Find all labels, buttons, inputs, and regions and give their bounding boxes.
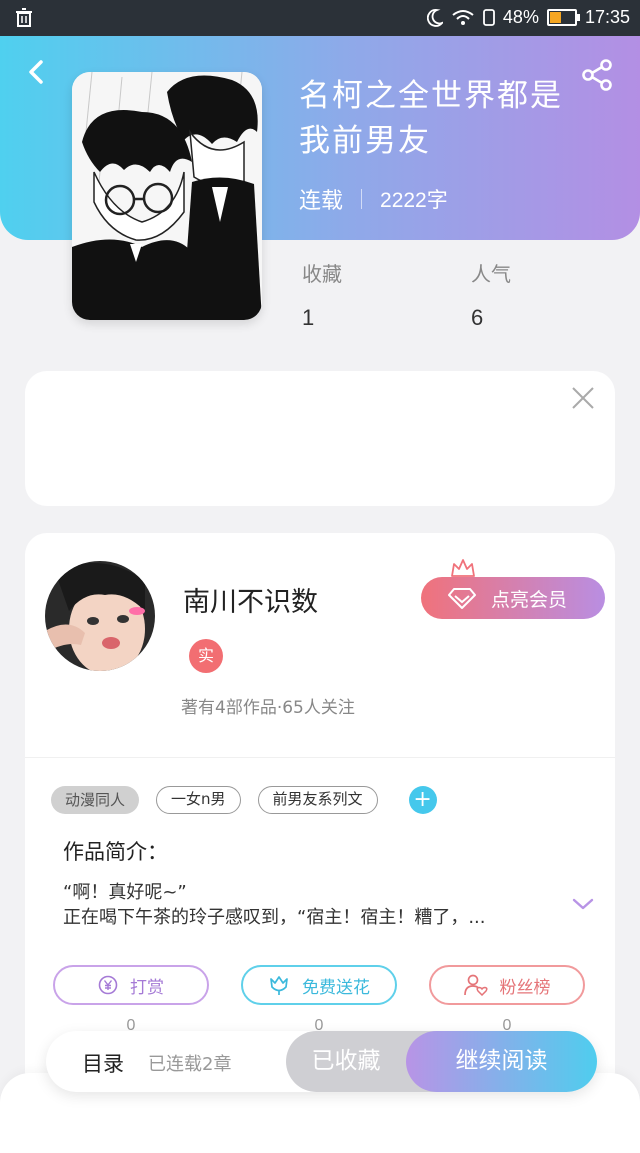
clock: 17:35 bbox=[584, 7, 630, 27]
verified-badge: 实 bbox=[189, 639, 223, 673]
continue-reading-button[interactable]: 继续阅读 bbox=[406, 1031, 597, 1092]
tag-item[interactable]: 一女n男 bbox=[156, 786, 241, 814]
book-cover-image[interactable] bbox=[72, 72, 262, 320]
flower-icon bbox=[270, 976, 288, 995]
activate-vip-button[interactable]: 点亮会员 bbox=[421, 577, 605, 619]
popularity-stat: 人气 6 bbox=[471, 258, 511, 331]
table-of-contents-button[interactable]: 目录 bbox=[82, 1048, 124, 1078]
tip-label: 打赏 bbox=[130, 977, 164, 998]
avatar[interactable] bbox=[45, 561, 155, 671]
collected-label: 已收藏 bbox=[311, 1048, 381, 1074]
yen-coin-icon bbox=[98, 975, 118, 995]
author-name[interactable]: 南川不识数 bbox=[183, 580, 318, 619]
popularity-label: 人气 bbox=[471, 262, 511, 286]
status-bar: 48% 17:35 bbox=[0, 0, 640, 36]
wifi-icon bbox=[452, 9, 474, 25]
chevron-down-icon[interactable] bbox=[571, 895, 595, 913]
crown-icon bbox=[451, 559, 475, 577]
fan-ranking-button[interactable]: 粉丝榜 bbox=[429, 965, 585, 1005]
sim-icon bbox=[483, 9, 495, 26]
word-count: 2222字 bbox=[380, 189, 448, 212]
divider bbox=[25, 757, 615, 758]
battery-percent: 48% bbox=[502, 7, 539, 27]
moon-icon bbox=[426, 8, 443, 27]
close-icon[interactable] bbox=[569, 384, 597, 412]
serial-status: 连载 bbox=[299, 189, 344, 214]
tag-item[interactable]: 前男友系列文 bbox=[257, 786, 378, 814]
avatar-photo bbox=[45, 561, 155, 671]
intro-heading: 作品简介： bbox=[63, 840, 168, 864]
author-stats: 著有4部作品·65人关注 bbox=[181, 698, 355, 718]
intro-text: “啊！真好呢~” 正在喝下午茶的玲子感叹到，“宿主！宿主！糟了，... bbox=[63, 880, 563, 930]
popularity-value: 6 bbox=[471, 305, 484, 330]
book-meta: 连载 2222字 bbox=[299, 183, 448, 215]
book-title: 名柯之全世界都是 我前男友 bbox=[299, 74, 599, 164]
cover-illustration bbox=[72, 72, 262, 320]
book-title-line-1: 名柯之全世界都是 bbox=[299, 78, 563, 114]
chapter-count: 已连载2章 bbox=[148, 1054, 232, 1075]
favorites-label: 收藏 bbox=[302, 262, 342, 286]
trash-icon bbox=[16, 8, 32, 27]
meta-divider bbox=[361, 189, 363, 209]
vip-button-label: 点亮会员 bbox=[491, 588, 568, 611]
user-heart-icon bbox=[463, 974, 488, 996]
favorites-stat: 收藏 1 bbox=[302, 258, 342, 331]
intro-line: “啊！真好呢~” bbox=[63, 882, 187, 903]
tag-list: 动漫同人 一女n男 前男友系列文 + bbox=[51, 786, 437, 814]
fan-ranking-label: 粉丝榜 bbox=[499, 977, 551, 998]
back-icon[interactable] bbox=[20, 55, 54, 89]
diamond-icon bbox=[448, 588, 476, 609]
send-flower-button[interactable]: 免费送花 bbox=[241, 965, 397, 1005]
tag-item[interactable]: 动漫同人 bbox=[51, 786, 140, 814]
add-tag-button[interactable]: + bbox=[408, 786, 437, 814]
intro-line: 正在喝下午茶的玲子感叹到，“宿主！宿主！糟了，... bbox=[63, 907, 486, 928]
send-flower-label: 免费送花 bbox=[302, 977, 370, 998]
tip-button[interactable]: 打赏 bbox=[53, 965, 209, 1005]
battery-icon bbox=[546, 9, 580, 26]
bottom-action-bar: 目录 已连载2章 已收藏 继续阅读 bbox=[46, 1031, 597, 1092]
favorites-value: 1 bbox=[302, 305, 315, 330]
ad-banner bbox=[25, 371, 615, 506]
book-title-line-2: 我前男友 bbox=[299, 123, 431, 159]
